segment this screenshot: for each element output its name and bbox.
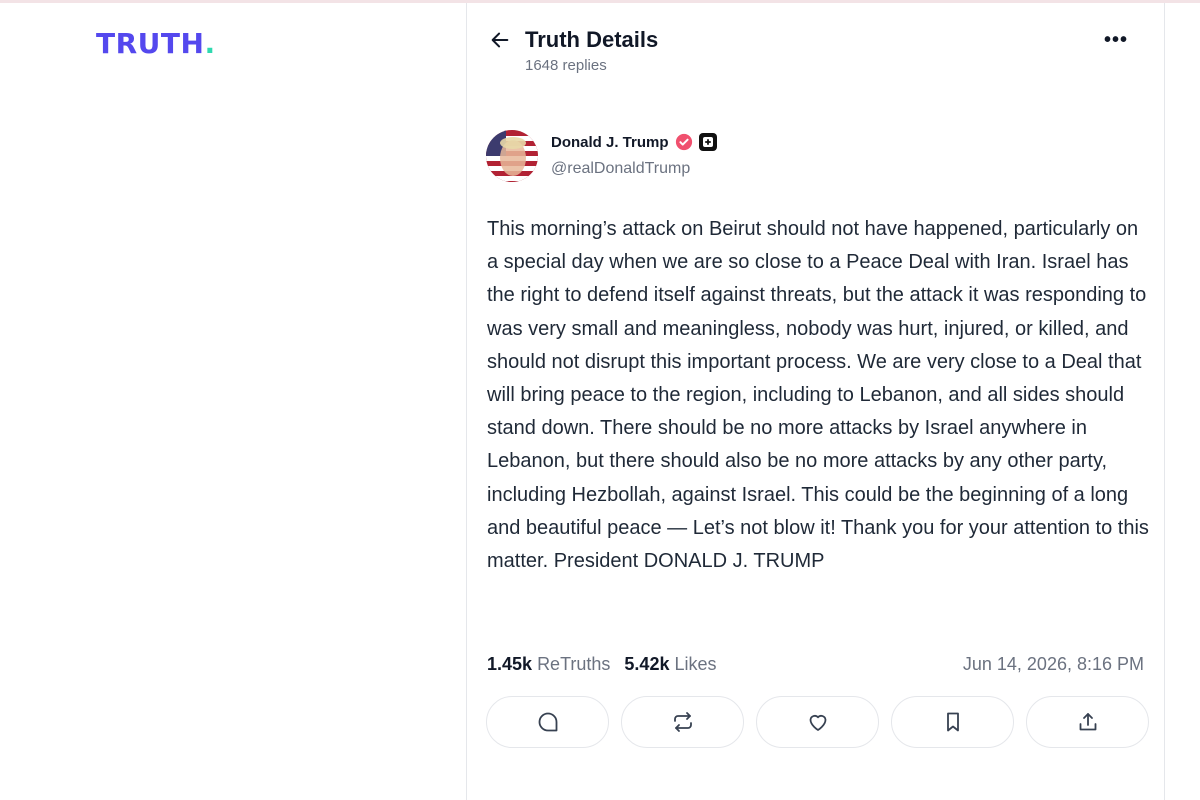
logo-text: TRUTH (96, 27, 205, 60)
post-stats: 1.45k ReTruths 5.42k Likes (487, 654, 717, 675)
plus-badge-icon (698, 133, 717, 151)
arrow-left-icon (491, 32, 509, 48)
author-row: Donald J. Trump (551, 133, 717, 151)
post-text: This morning’s attack on Beirut should n… (487, 218, 1149, 573)
post-detail-panel: Truth Details 1648 replies ••• Donald J.… (466, 3, 1165, 800)
retruths-stat[interactable]: 1.45k ReTruths (487, 654, 610, 675)
avatar[interactable] (486, 130, 538, 182)
author-handle[interactable]: @realDonaldTrump (551, 160, 690, 178)
back-button[interactable] (487, 27, 513, 53)
left-sidebar: TRUTH. (0, 0, 466, 800)
heart-icon (809, 714, 826, 731)
retruths-count: 1.45k (487, 654, 533, 674)
likes-count: 5.42k (624, 654, 670, 674)
post-timestamp: Jun 14, 2026, 8:16 PM (962, 654, 1144, 674)
likes-stat[interactable]: 5.42k Likes (624, 654, 716, 675)
more-options-button[interactable]: ••• (1104, 29, 1128, 52)
reply-icon (538, 712, 557, 732)
bookmark-icon (946, 712, 959, 732)
truth-logo[interactable]: TRUTH. (96, 28, 216, 60)
retruths-label: ReTruths (537, 654, 611, 674)
retruth-button[interactable] (621, 696, 744, 748)
reply-count: 1648 replies (525, 57, 607, 74)
logo-dot: . (204, 27, 216, 60)
bookmark-button[interactable] (891, 696, 1014, 748)
retruth-icon (673, 712, 692, 732)
share-icon (1079, 713, 1096, 731)
author-name[interactable]: Donald J. Trump (551, 134, 669, 151)
likes-label: Likes (674, 654, 717, 674)
like-button[interactable] (756, 696, 879, 748)
page-title: Truth Details (525, 27, 659, 52)
share-button[interactable] (1026, 696, 1149, 748)
reply-button[interactable] (486, 696, 609, 748)
verified-badge-icon (675, 133, 692, 151)
action-bar (486, 696, 1149, 748)
